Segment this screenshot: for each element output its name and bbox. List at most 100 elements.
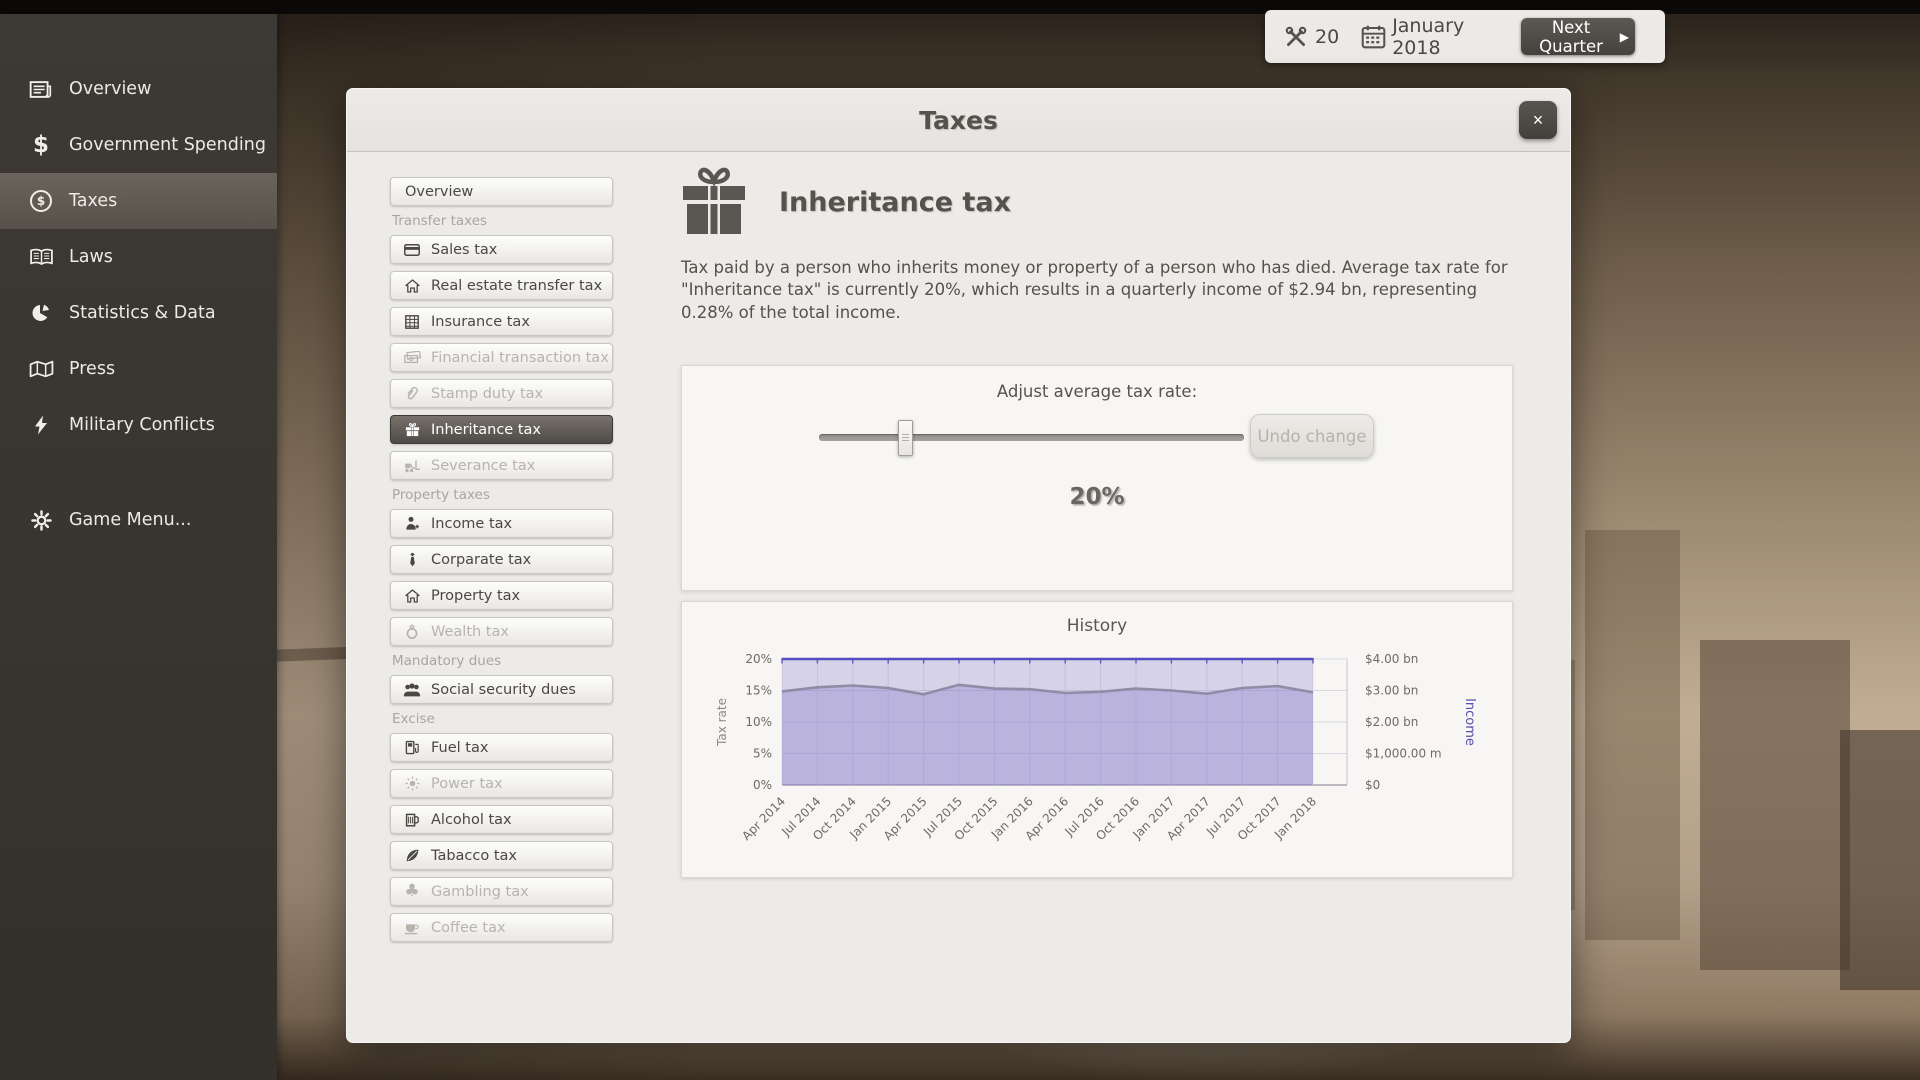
tax-button-label: Inheritance tax [431,422,541,438]
book-icon [26,248,56,266]
tax-button-overview[interactable]: Overview [390,177,613,206]
person-icon [400,516,424,531]
tax-button-label: Fuel tax [431,740,488,756]
banknotes-icon [400,351,424,364]
tax-rate-slider-track[interactable] [819,434,1244,441]
tax-button-label: Real estate transfer tax [431,278,602,294]
svg-text:0%: 0% [753,778,772,792]
svg-text:$0: $0 [1365,778,1380,792]
tax-button-label: Coffee tax [431,920,506,936]
close-button[interactable]: × [1519,101,1557,139]
tax-button-insurance-tax[interactable]: Insurance tax [390,307,613,336]
tax-header: Inheritance tax [681,168,1011,236]
svg-text:$1,000.00 m: $1,000.00 m [1365,747,1442,761]
tax-button-label: Income tax [431,516,512,532]
tax-button-label: Power tax [431,776,503,792]
sun-icon [400,776,424,791]
coffee-cup-icon [400,921,424,935]
sidebar-item-label: Game Menu... [69,510,191,530]
tax-button-coffee-tax: Coffee tax [390,913,613,942]
svg-text:10%: 10% [745,715,772,729]
svg-text:$4.00 bn: $4.00 bn [1365,652,1418,666]
svg-text:Apr 2014: Apr 2014 [739,794,788,843]
tax-description: Tax paid by a person who inherits money … [681,257,1521,324]
tax-rate-panel: Adjust average tax rate: Undo change 20% [681,365,1513,591]
sidebar-item-label: Taxes [69,191,117,211]
forklift-icon [400,459,424,473]
tax-button-property-tax[interactable]: Property tax [390,581,613,610]
tax-button-wealth-tax: Wealth tax [390,617,613,646]
tax-section-label: Mandatory dues [392,653,613,669]
leaf-icon [400,848,424,863]
background-building [1585,530,1680,940]
next-quarter-button[interactable]: Next Quarter ▶ [1521,18,1635,55]
tax-button-label: Severance tax [431,458,535,474]
tax-button-alcohol-tax[interactable]: Alcohol tax [390,805,613,834]
tax-title: Inheritance tax [779,187,1011,218]
sidebar-item-press[interactable]: Press [0,341,277,397]
tax-button-corparate-tax[interactable]: Corparate tax [390,545,613,574]
ring-icon [400,624,424,639]
tax-list: Overview Transfer taxes Sales tax Real esta… [390,177,613,949]
tax-button-financial-transaction-tax: Financial transaction tax [390,343,613,372]
tax-button-label: Tabacco tax [431,848,517,864]
tax-rate-value: 20% [682,484,1512,510]
tax-button-inheritance-tax[interactable]: Inheritance tax [390,415,613,444]
tax-rate-slider-handle[interactable] [898,420,913,456]
gift-icon [400,422,424,437]
coin-icon: $ [26,190,56,212]
background-building [1700,640,1850,970]
gear-icon [26,510,56,531]
tools-icon [1283,24,1309,50]
sidebar-item-label: Government Spending [69,135,266,155]
tax-button-sales-tax[interactable]: Sales tax [390,235,613,264]
svg-text:Income: Income [1462,698,1477,746]
tax-button-label: Stamp duty tax [431,386,543,402]
tax-button-severance-tax: Severance tax [390,451,613,480]
tax-section-label: Excise [392,711,613,727]
sidebar-item-military-conflicts[interactable]: Military Conflicts [0,397,277,453]
current-date: January 2018 [1392,15,1499,59]
history-panel: History 20%15%10%5%0%$4.00 bn$3.00 bn$2.… [681,601,1513,878]
paperclip-icon [400,386,424,401]
svg-text:20%: 20% [745,652,772,666]
tax-button-label: Financial transaction tax [431,350,609,366]
tax-button-stamp-duty-tax: Stamp duty tax [390,379,613,408]
svg-text:$3.00 bn: $3.00 bn [1365,684,1418,698]
sidebar-item-label: Press [69,359,115,379]
tax-button-label: Sales tax [431,242,497,258]
tax-button-social-security-dues[interactable]: Social security dues [390,675,613,704]
tax-button-tabacco-tax[interactable]: Tabacco tax [390,841,613,870]
tax-button-label: Overview [405,184,473,200]
sidebar-item-label: Statistics & Data [69,303,216,323]
beer-mug-icon [400,812,424,827]
gift-icon [681,165,747,239]
fuel-pump-icon [400,740,424,755]
tax-button-label: Wealth tax [431,624,509,640]
house-icon [400,589,424,603]
action-points-value: 20 [1315,26,1339,48]
tax-button-label: Social security dues [431,682,576,698]
tax-button-real-estate-transfer-tax[interactable]: Real estate transfer tax [390,271,613,300]
sidebar-item-statistics-data[interactable]: Statistics & Data [0,285,277,341]
house-icon [400,279,424,293]
tax-button-income-tax[interactable]: Income tax [390,509,613,538]
pie-chart-icon [26,303,56,323]
lightning-icon [26,415,56,435]
sidebar-item-laws[interactable]: Laws [0,229,277,285]
svg-text:5%: 5% [753,747,772,761]
people-icon [400,683,424,697]
sidebar-item-taxes[interactable]: $ Taxes [0,173,277,229]
hud-toolbar: 20 January 2018 Next Quarter ▶ [1265,10,1665,63]
tax-button-fuel-tax[interactable]: Fuel tax [390,733,613,762]
sidebar-item-game-menu[interactable]: Game Menu... [0,492,277,548]
newspaper-icon [26,80,56,99]
tax-button-label: Gambling tax [431,884,529,900]
dialog-header: Taxes × [347,89,1570,152]
sidebar-item-overview[interactable]: Overview [0,61,277,117]
history-chart: 20%15%10%5%0%$4.00 bn$3.00 bn$2.00 bn$1,… [682,602,1514,879]
tax-section-label: Transfer taxes [392,213,613,229]
sidebar-item-label: Military Conflicts [69,415,215,435]
next-quarter-label: Next Quarter [1527,18,1614,56]
sidebar-item-government-spending[interactable]: $Government Spending [0,117,277,173]
